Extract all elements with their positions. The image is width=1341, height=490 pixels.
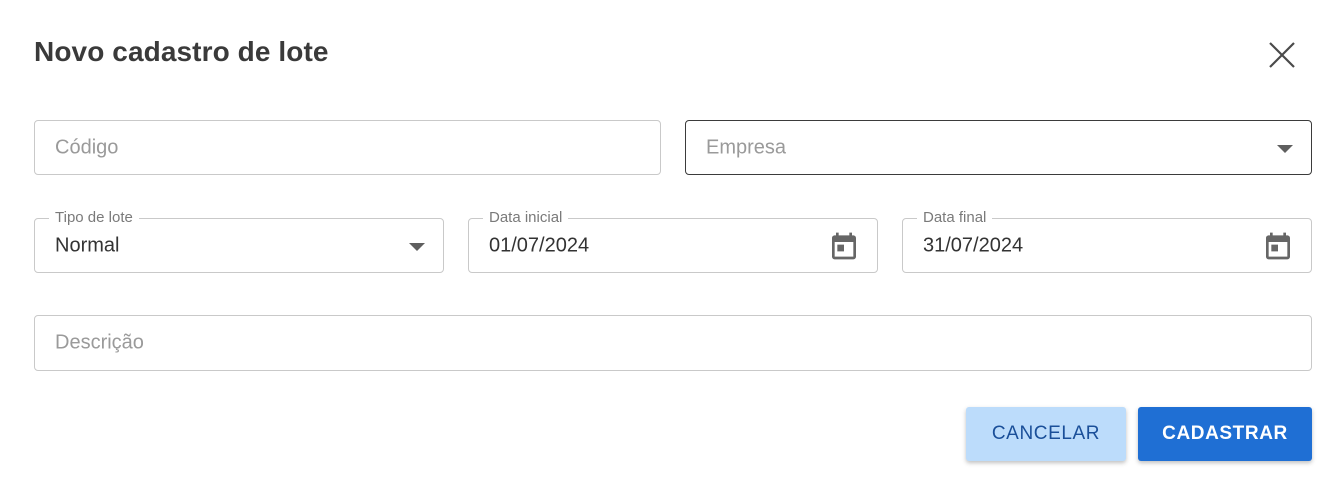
codigo-field[interactable]: Código	[34, 120, 661, 175]
dialog-title: Novo cadastro de lote	[34, 36, 329, 67]
tipo-lote-select[interactable]: Tipo de lote Normal	[34, 209, 444, 273]
tipo-lote-label: Tipo de lote	[49, 209, 139, 227]
chevron-down-icon[interactable]	[1277, 144, 1293, 153]
data-inicial-value: 01/07/2024	[489, 234, 590, 256]
data-inicial-field[interactable]: Data inicial 01/07/2024	[468, 209, 878, 273]
tipo-lote-value: Normal	[55, 234, 120, 256]
calendar-icon[interactable]	[828, 230, 860, 262]
empresa-placeholder: Empresa	[706, 136, 787, 158]
new-batch-dialog: Novo cadastro de lote Código Empresa Tip…	[0, 0, 1341, 490]
close-icon[interactable]	[1264, 37, 1300, 73]
data-final-label: Data final	[917, 209, 993, 227]
cancel-button[interactable]: CANCELAR	[966, 407, 1126, 461]
data-final-field[interactable]: Data final 31/07/2024	[902, 209, 1312, 273]
data-final-value: 31/07/2024	[923, 234, 1024, 256]
empresa-select[interactable]: Empresa	[685, 120, 1312, 175]
calendar-icon[interactable]	[1262, 230, 1294, 262]
codigo-placeholder: Código	[55, 136, 119, 158]
chevron-down-icon[interactable]	[409, 242, 425, 251]
descricao-placeholder: Descrição	[55, 331, 144, 354]
data-inicial-label: Data inicial	[483, 209, 569, 227]
submit-button[interactable]: CADASTRAR	[1138, 407, 1312, 461]
descricao-field[interactable]: Descrição	[34, 315, 1312, 371]
